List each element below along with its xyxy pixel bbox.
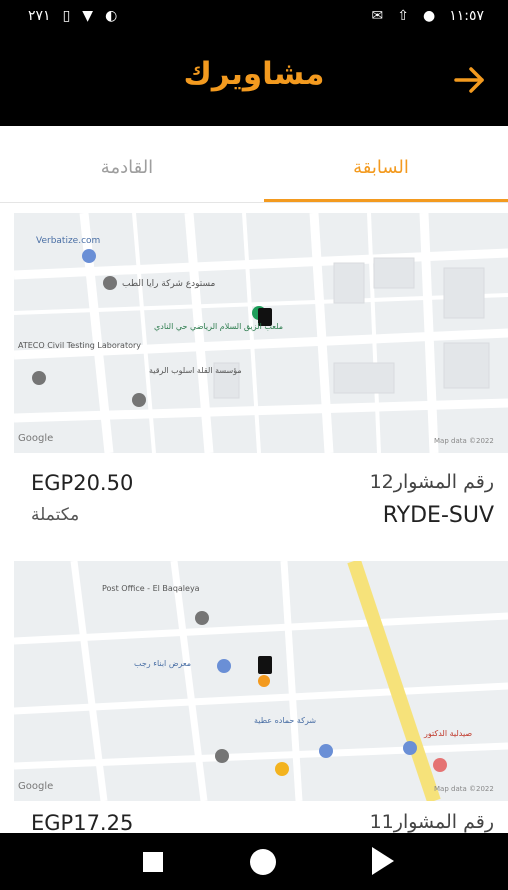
map-label: مستودع شركة رايا الطب bbox=[122, 279, 216, 289]
wifi-icon: ▼ bbox=[82, 8, 94, 24]
map-image: Post Office - El Baqaleya معرض ابناء رجب… bbox=[14, 561, 508, 801]
recents-square-icon[interactable] bbox=[143, 852, 163, 872]
trip-card[interactable]: Post Office - El Baqaleya معرض ابناء رجب… bbox=[14, 561, 508, 833]
trip-status: مكتملة bbox=[31, 505, 80, 525]
map-label: مؤسسة القلة اسلوب الرقية bbox=[149, 366, 242, 375]
map-label: صيدلية الدكتور bbox=[423, 729, 472, 738]
map-thumbnail: Verbatize.com مستودع شركة رايا الطب ملعب… bbox=[14, 213, 508, 453]
tab-divider bbox=[0, 202, 508, 203]
mail-icon: ✉ bbox=[371, 8, 384, 24]
car-model: RYDE-SUV bbox=[382, 503, 494, 528]
vibrate-icon: ◐ bbox=[105, 8, 118, 24]
google-logo: Google bbox=[18, 433, 53, 444]
map-label: شركة حماده عطية bbox=[254, 716, 316, 725]
map-thumbnail: Post Office - El Baqaleya معرض ابناء رجب… bbox=[14, 561, 508, 801]
ride-number: رقم المشوار11 bbox=[369, 811, 494, 833]
navigation-bar bbox=[0, 833, 508, 890]
google-logo: Google bbox=[18, 781, 53, 792]
app-bar: مشاويرك bbox=[0, 34, 508, 126]
signal-text: ٢٧١ bbox=[28, 8, 51, 24]
map-label: Post Office - El Baqaleya bbox=[102, 584, 200, 593]
page-title: مشاويرك bbox=[183, 56, 325, 92]
map-attribution: Map data ©2022 bbox=[434, 785, 494, 793]
messenger-icon: ● bbox=[422, 8, 436, 24]
tab-bar: القادمة السابقة bbox=[0, 126, 508, 204]
trip-price: EGP20.50 bbox=[31, 471, 134, 495]
tab-upcoming[interactable]: القادمة bbox=[0, 126, 254, 204]
map-label: Verbatize.com bbox=[36, 236, 100, 246]
back-triangle-icon[interactable] bbox=[372, 847, 394, 875]
tab-indicator bbox=[264, 199, 508, 202]
trip-price: EGP17.25 bbox=[31, 811, 134, 833]
map-label: ATECO Civil Testing Laboratory bbox=[18, 341, 141, 350]
upload-icon: ⇧ bbox=[397, 8, 409, 24]
map-label: ملعب الزيق السلام الرياضي حي النادي bbox=[154, 322, 283, 331]
tab-past[interactable]: السابقة bbox=[254, 126, 508, 204]
trip-card[interactable]: Verbatize.com مستودع شركة رايا الطب ملعب… bbox=[14, 213, 508, 533]
arrow-right-icon[interactable] bbox=[450, 60, 490, 100]
sim-icon: ▯ bbox=[62, 8, 71, 24]
clock-time: ١١:٥٧ bbox=[449, 8, 484, 24]
map-attribution: Map data ©2022 bbox=[434, 437, 494, 445]
home-circle-icon[interactable] bbox=[250, 849, 276, 875]
map-label: معرض ابناء رجب bbox=[134, 659, 191, 668]
ride-number: رقم المشوار12 bbox=[369, 471, 494, 493]
status-bar: ٢٧١ ▯ ▼ ◐ ✉ ⇧ ● ١١:٥٧ bbox=[0, 0, 508, 34]
map-image: Verbatize.com مستودع شركة رايا الطب ملعب… bbox=[14, 213, 508, 453]
